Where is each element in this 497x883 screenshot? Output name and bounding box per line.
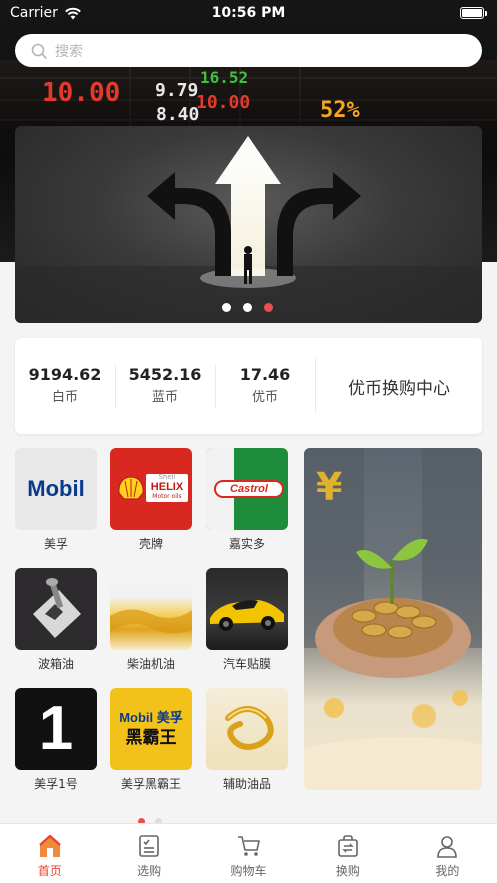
brand-label: 美孚 xyxy=(43,537,68,551)
mobil-heibawang-logo: Mobil 美孚 黑霸王 xyxy=(110,688,192,770)
balance-blue-coin[interactable]: 5452.16 蓝币 xyxy=(115,364,215,408)
shell-helix-logo: Shell HELIX Motor oils xyxy=(110,448,192,530)
ticker-value: 10.00 xyxy=(42,78,121,108)
brand-item-gear-oil[interactable]: 波箱油 xyxy=(15,568,97,672)
exchange-center-link[interactable]: 优币换购中心 xyxy=(315,358,482,414)
oil-drop-image xyxy=(206,688,288,770)
shell-icon xyxy=(118,476,144,500)
search-placeholder: 搜索 xyxy=(55,43,83,60)
oil-splash-image xyxy=(110,568,192,650)
oil-swirl-icon xyxy=(225,706,274,750)
tab-exchange[interactable]: 换购 xyxy=(298,824,397,883)
ticker-value: 10.00 xyxy=(196,92,251,113)
gear-shifter-icon xyxy=(33,578,81,638)
ticker-value: 52% xyxy=(320,98,360,123)
helix-text: HELIX xyxy=(150,481,184,493)
balance-label: 白币 xyxy=(51,390,78,405)
mobil-logo-text: Mobil xyxy=(27,476,85,501)
brand-label: 嘉实多 xyxy=(228,537,265,551)
motor-oils-text: Motor oils xyxy=(152,493,182,500)
cart-icon xyxy=(237,836,260,856)
mobil-1-text: 1 xyxy=(38,694,74,763)
tab-cart[interactable]: 购物车 xyxy=(199,824,298,883)
status-bar: Carrier 10:56 PM xyxy=(0,0,497,26)
search-icon xyxy=(31,43,47,59)
balance-label: 蓝币 xyxy=(151,390,178,405)
promo-coins-banner[interactable]: ¥ xyxy=(304,448,482,790)
brand-label: 柴油机油 xyxy=(126,657,175,671)
tab-shop[interactable]: 选购 xyxy=(99,824,198,883)
tab-label: 我的 xyxy=(435,864,460,878)
brand-item-mobil-1[interactable]: 1 美孚1号 xyxy=(15,688,97,792)
money-plant-image: ¥ xyxy=(304,448,482,790)
ticker-value: 8.40 xyxy=(156,104,200,125)
helix-badge: Shell HELIX Motor oils xyxy=(146,474,188,502)
battery-icon xyxy=(460,7,487,19)
banner-dot[interactable] xyxy=(243,303,252,312)
brand-item-car-film[interactable]: 汽车贴膜 xyxy=(206,568,288,672)
balance-premium-coin[interactable]: 17.46 优币 xyxy=(215,364,315,408)
tab-profile[interactable]: 我的 xyxy=(398,824,497,883)
tab-label: 购物车 xyxy=(230,864,267,878)
balance-white-coin[interactable]: 9194.62 白币 xyxy=(15,364,115,408)
list-icon xyxy=(139,835,159,857)
brand-label: 美孚黑霸王 xyxy=(120,777,181,791)
brand-label: 壳牌 xyxy=(138,537,163,551)
ticker-value: 9.79 xyxy=(155,80,199,101)
balance-card: 9194.62 白币 5452.16 蓝币 17.46 优币 优币换购中心 xyxy=(15,338,482,434)
tab-label: 换购 xyxy=(335,864,360,878)
sports-car-image xyxy=(206,568,288,650)
balance-value: 9194.62 xyxy=(28,365,102,384)
tab-home[interactable]: 首页 xyxy=(0,824,99,883)
shell-small-text: Shell xyxy=(158,473,176,481)
banner-pagination xyxy=(222,303,273,312)
balance-value: 17.46 xyxy=(239,365,291,384)
search-input[interactable]: 搜索 xyxy=(15,34,482,67)
ticker-value: 16.52 xyxy=(200,68,249,87)
brand-label: 波箱油 xyxy=(37,657,74,671)
brand-item-mobil-heibawang[interactable]: Mobil 美孚 黑霸王 美孚黑霸王 xyxy=(110,688,192,792)
banner-carousel[interactable] xyxy=(15,126,482,323)
balance-label: 优币 xyxy=(251,390,278,405)
tab-bar: 首页 选购 购物车 换购 我的 xyxy=(0,823,497,883)
mobil-cn-text: Mobil 美孚 xyxy=(119,710,183,725)
brand-item-diesel-oil[interactable]: 柴油机油 xyxy=(110,568,192,672)
sports-car-icon xyxy=(210,600,284,631)
mobil-logo: Mobil xyxy=(15,448,97,530)
brand-item-castrol[interactable]: Castrol 嘉实多 xyxy=(206,448,288,552)
gear-shifter-image xyxy=(15,568,97,650)
balance-value: 5452.16 xyxy=(128,365,202,384)
brand-item-shell[interactable]: Shell HELIX Motor oils 壳牌 xyxy=(110,448,192,552)
castrol-logo: Castrol xyxy=(206,448,288,530)
tab-label: 选购 xyxy=(137,864,162,878)
banner-dot[interactable] xyxy=(222,303,231,312)
brand-label: 汽车贴膜 xyxy=(222,657,271,671)
exchange-bag-icon xyxy=(338,835,358,857)
banner-arrows-image xyxy=(15,136,482,323)
user-icon xyxy=(437,836,458,858)
clock: 10:56 PM xyxy=(211,5,286,21)
brand-item-mobil[interactable]: Mobil 美孚 xyxy=(15,448,97,552)
brand-label: 辅助油品 xyxy=(222,777,271,791)
brand-item-auxiliary-oil[interactable]: 辅助油品 xyxy=(206,688,288,792)
svg-text:¥: ¥ xyxy=(316,465,342,509)
home-icon xyxy=(38,834,61,857)
tab-label: 首页 xyxy=(37,864,62,878)
banner-dot-active[interactable] xyxy=(264,303,273,312)
heibawang-text: 黑霸王 xyxy=(125,728,177,748)
brand-label: 美孚1号 xyxy=(34,777,78,791)
oil-wave-icon xyxy=(110,609,192,634)
castrol-text: Castrol xyxy=(230,483,268,495)
mobil-1-logo: 1 xyxy=(15,688,97,770)
